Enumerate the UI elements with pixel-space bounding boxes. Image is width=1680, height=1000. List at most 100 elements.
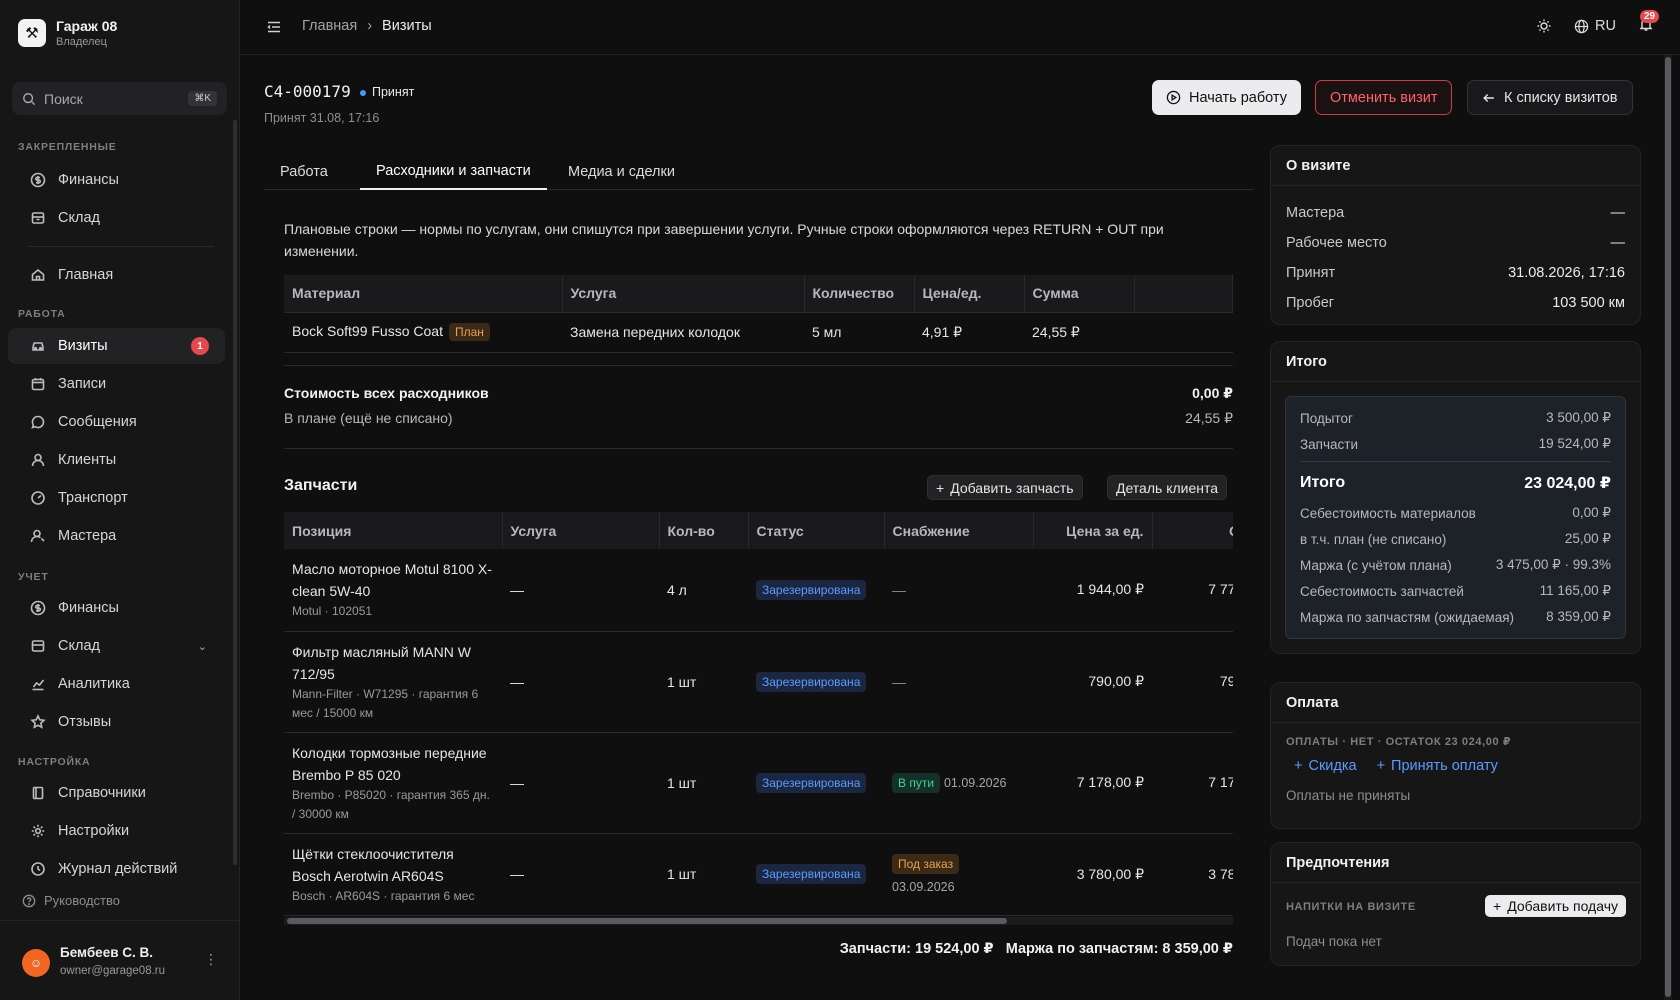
dollar-icon <box>30 600 46 616</box>
cancel-visit-button[interactable]: Отменить визит <box>1315 80 1453 115</box>
sidebar-item-pinned-finance[interactable]: Финансы <box>8 162 225 198</box>
table-row[interactable]: Масло моторное Motul 8100 X-clean 5W-40 M… <box>284 549 1233 632</box>
history-icon <box>31 862 45 876</box>
status-badge: Принят <box>372 85 415 99</box>
payments-empty: Оплаты не приняты <box>1286 788 1411 803</box>
sidebar-scrollbar[interactable] <box>233 120 237 865</box>
info-row: Мастера — <box>1286 205 1625 221</box>
sum-cell: 3 780,00 ₽ <box>1152 833 1233 916</box>
play-circle-icon <box>1166 90 1181 105</box>
preferences-card: Предпочтения НАПИТКИ НА ВИЗИТЕ + Добавить… <box>1270 842 1641 966</box>
sidebar-item-warehouse[interactable]: Склад ⌄ <box>8 628 225 664</box>
brand[interactable]: ⚒ Гараж 08 Владелец <box>18 18 117 48</box>
section-pinned: ЗАКРЕПЛЕННЫЕ <box>18 141 117 153</box>
unit-price-cell: 7 178,00 ₽ <box>1033 732 1152 834</box>
sidebar-toggle-icon[interactable] <box>266 19 282 35</box>
drinks-caption: НАПИТКИ НА ВИЗИТЕ <box>1286 901 1416 913</box>
col-qty: Кол-во <box>659 512 749 549</box>
breadcrumb-home[interactable]: Главная <box>302 18 357 34</box>
part-meta: Mann-Filter · W71295 · гарантия 6 мес / … <box>292 686 479 720</box>
sidebar-item-pinned-warehouse[interactable]: Склад <box>8 200 225 236</box>
payment-caption: ОПЛАТЫ · НЕТ · ОСТАТОК 23 024,00 ₽ <box>1286 736 1512 748</box>
sidebar-item-log[interactable]: Журнал действий <box>8 851 225 887</box>
col-sum: Сумма <box>1024 275 1135 312</box>
unit-price-cell: 1 944,00 ₽ <box>1033 549 1152 632</box>
sidebar-item-reviews[interactable]: Отзывы <box>8 704 225 740</box>
add-serving-button[interactable]: + Добавить подачу <box>1485 895 1626 917</box>
service-cell: — <box>502 833 659 916</box>
scrollbar-thumb[interactable] <box>287 918 1007 924</box>
qty-cell: 1 шт <box>659 732 748 834</box>
arrow-left-icon <box>1483 93 1494 102</box>
sum-cell: 790,00 ₽ <box>1152 631 1233 733</box>
service-cell: — <box>502 549 659 632</box>
chevron-down-icon[interactable]: ⌄ <box>198 640 207 653</box>
plus-icon: + <box>1493 898 1502 914</box>
summary-row: Маржа (с учётом плана) 3 475,00 ₽ · 99.3% <box>1300 557 1611 573</box>
sidebar-item-visits[interactable]: Визиты 1 <box>8 328 225 364</box>
plus-icon: + <box>1294 758 1303 774</box>
card-title: О визите <box>1271 146 1640 186</box>
user-email: owner@garage08.ru <box>60 965 166 977</box>
add-part-button[interactable]: + Добавить запчасть <box>927 475 1083 500</box>
summary-row: Маржа по запчастям (ожидаемая) 8 359,00 ₽ <box>1300 609 1611 625</box>
table-row[interactable]: Фильтр масляный MANN W 712/95 Mann-Filter… <box>284 631 1233 733</box>
breadcrumb-separator: › <box>367 18 373 34</box>
sidebar-item-references[interactable]: Справочники <box>8 775 225 811</box>
language-switch[interactable]: RU <box>1574 18 1616 34</box>
part-name: Щётки стеклоочистителя Bosch Aerotwin AR… <box>292 845 454 884</box>
summary-row: Подытог 3 500,00 ₽ <box>1300 410 1611 426</box>
table-row[interactable]: Bock Soft99 Fusso Coat План Замена передн… <box>284 311 1233 353</box>
sun-icon[interactable] <box>1536 18 1552 34</box>
supply-cell: — <box>884 631 1033 733</box>
payment-card: Оплата ОПЛАТЫ · НЕТ · ОСТАТОК 23 024,00 … <box>1270 682 1641 829</box>
supply-date: 01.09.2026 <box>943 775 1007 790</box>
client-part-button[interactable]: Деталь клиента <box>1107 475 1228 500</box>
table-row[interactable]: Колодки тормозные передние Brembo P 85 0… <box>284 732 1233 834</box>
book-icon <box>32 786 44 800</box>
page-scrollbar[interactable] <box>1664 55 1672 1000</box>
discount-button[interactable]: + Скидка <box>1294 758 1357 774</box>
guide-link[interactable]: Руководство <box>22 893 120 908</box>
sidebar-item-transport[interactable]: Транспорт <box>8 480 225 516</box>
sidebar-item-masters[interactable]: Мастера <box>8 518 225 554</box>
section-accounting: УЧЕТ <box>18 571 49 583</box>
summary-box: Подытог 3 500,00 ₽ Запчасти 19 524,00 ₽ Ит… <box>1285 396 1626 639</box>
tab-consumables-parts[interactable]: Расходники и запчасти <box>360 153 547 190</box>
horizontal-scrollbar[interactable] <box>284 917 1233 925</box>
qty-cell: 4 л <box>659 549 748 632</box>
col-price: Цена/ед. <box>914 275 1025 312</box>
garage-logo-icon: ⚒ <box>18 19 46 47</box>
summary-total-row: Итого 23 024,00 ₽ <box>1300 474 1611 492</box>
user-panel[interactable]: ☺ Бембеев С. В. owner@garage08.ru ⋮ <box>0 920 240 1000</box>
box-icon <box>31 640 45 652</box>
search-input[interactable]: Поиск ⌘K <box>12 82 227 115</box>
topbar: Главная › Визиты RU 29 <box>240 0 1680 55</box>
sidebar-item-analytics[interactable]: Аналитика <box>8 666 225 702</box>
tab-work[interactable]: Работа <box>264 153 344 190</box>
more-vertical-icon[interactable]: ⋮ <box>204 951 218 968</box>
parts-title: Запчасти <box>284 477 358 494</box>
sidebar-item-clients[interactable]: Клиенты <box>8 442 225 478</box>
info-row: Пробег 103 500 км <box>1286 295 1625 311</box>
tab-media-deals[interactable]: Медиа и сделки <box>552 153 691 190</box>
sidebar-item-finance[interactable]: Финансы <box>8 590 225 626</box>
notifications-button[interactable]: 29 <box>1638 10 1660 36</box>
sidebar-item-home[interactable]: Главная <box>8 257 225 293</box>
info-row: Рабочее место — <box>1286 235 1625 251</box>
sidebar-item-records[interactable]: Записи <box>8 366 225 402</box>
back-to-visits-button[interactable]: К списку визитов <box>1467 80 1633 115</box>
unit-price-cell: 3 780,00 ₽ <box>1033 833 1152 916</box>
table-row[interactable]: Щётки стеклоочистителя Bosch Aerotwin AR… <box>284 833 1233 916</box>
accept-payment-button[interactable]: + Принять оплату <box>1377 758 1498 774</box>
card-title: Итого <box>1271 342 1640 382</box>
sum-cell: 24,55 ₽ <box>1024 311 1134 353</box>
col-sum: Сумма <box>1152 512 1233 549</box>
notifications-count: 29 <box>1640 10 1660 23</box>
scrollbar-thumb[interactable] <box>1665 57 1671 997</box>
parts-table-scroll[interactable]: Позиция Услуга Кол-во Статус Снабжение Ц… <box>284 512 1233 934</box>
start-work-button[interactable]: Начать работу <box>1152 80 1301 115</box>
sidebar-item-messages[interactable]: Сообщения <box>8 404 225 440</box>
col-qty: Количество <box>804 275 915 312</box>
sidebar-item-settings[interactable]: Настройки <box>8 813 225 849</box>
